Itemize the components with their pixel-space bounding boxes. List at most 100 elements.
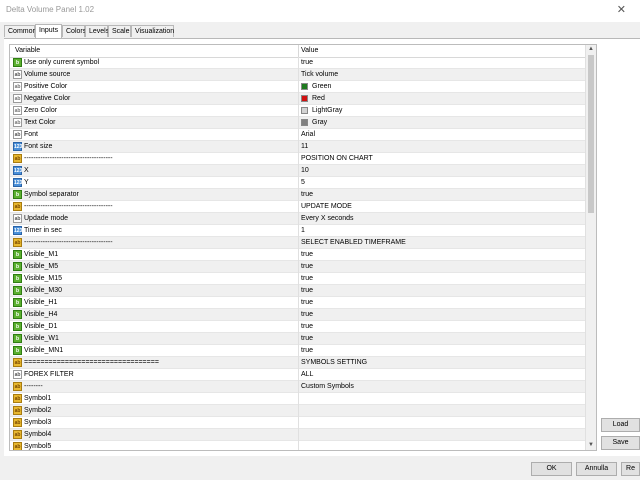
input-value[interactable]: true [301, 347, 313, 354]
input-row[interactable]: ab --------------------------------------… [10, 201, 585, 213]
input-row[interactable]: b Visible_H1 true [10, 297, 585, 309]
scroll-down-icon[interactable]: ▼ [586, 441, 596, 450]
input-row[interactable]: 123 Font size 11 [10, 141, 585, 153]
tab-levels[interactable]: Levels [85, 25, 109, 37]
input-row[interactable]: b Visible_M1 true [10, 249, 585, 261]
input-row[interactable]: b Symbol separator true [10, 189, 585, 201]
input-row[interactable]: ab Updade mode Every X seconds [10, 213, 585, 225]
input-value[interactable]: true [301, 251, 313, 258]
input-row[interactable]: ab Symbol5 [10, 441, 585, 450]
load-button[interactable]: Load [601, 418, 640, 432]
input-value[interactable]: 11 [301, 143, 308, 150]
boolean-icon: b [13, 310, 22, 319]
tab-common[interactable]: Common [4, 25, 36, 37]
input-row[interactable]: b Visible_H4 true [10, 309, 585, 321]
input-variable-name: Font size [24, 143, 53, 150]
input-row[interactable]: ab ================================= SYMBO… [10, 357, 585, 369]
input-row[interactable]: b Visible_M15 true [10, 273, 585, 285]
input-variable-name: Positive Color [24, 83, 68, 90]
input-row[interactable]: ab Font Arial [10, 129, 585, 141]
tab-visualization[interactable]: Visualization [131, 25, 174, 37]
column-header-variable[interactable]: Variable [15, 47, 40, 54]
input-row[interactable]: ab Volume source Tick volume [10, 69, 585, 81]
input-row[interactable]: b Visible_MN1 true [10, 345, 585, 357]
input-value[interactable]: SYMBOLS SETTING [301, 359, 367, 366]
input-row[interactable]: ab --------------------------------------… [10, 237, 585, 249]
save-button[interactable]: Save [601, 436, 640, 450]
input-value[interactable]: true [301, 263, 313, 270]
input-value[interactable]: UPDATE MODE [301, 203, 352, 210]
cell-divider [298, 393, 299, 405]
input-value[interactable]: POSITION ON CHART [301, 155, 373, 162]
input-variable-name: Symbol1 [24, 395, 52, 402]
input-value[interactable]: Green [312, 83, 331, 90]
cell-divider [298, 285, 299, 297]
separator-icon: ab [13, 418, 22, 427]
input-row[interactable]: ab Text Color Gray [10, 117, 585, 129]
input-variable-name: Timer in sec [24, 227, 62, 234]
input-row[interactable]: b Visible_W1 true [10, 333, 585, 345]
ok-button[interactable]: OK [531, 462, 572, 476]
input-row[interactable]: ab FOREX FILTER ALL [10, 369, 585, 381]
input-value[interactable]: Arial [301, 131, 315, 138]
tab-inputs[interactable]: Inputs [35, 24, 62, 38]
input-row[interactable]: ab Negative Color Red [10, 93, 585, 105]
cancel-button[interactable]: Annulla [576, 462, 617, 476]
input-value[interactable]: true [301, 323, 313, 330]
input-row[interactable]: ab Symbol4 [10, 429, 585, 441]
input-value[interactable]: true [301, 299, 313, 306]
input-row[interactable]: ab Symbol3 [10, 417, 585, 429]
input-value[interactable]: true [301, 311, 313, 318]
input-value[interactable]: 10 [301, 167, 309, 174]
separator-icon: ab [13, 430, 22, 439]
input-value[interactable]: SELECT ENABLED TIMEFRAME [301, 239, 406, 246]
input-row[interactable]: 123 X 10 [10, 165, 585, 177]
input-row[interactable]: b Use only current symbol true [10, 57, 585, 69]
input-row[interactable]: 123 Timer in sec 1 [10, 225, 585, 237]
input-row[interactable]: ab Symbol1 [10, 393, 585, 405]
column-divider[interactable] [298, 45, 299, 57]
cell-divider [298, 237, 299, 249]
input-value[interactable]: true [301, 191, 313, 198]
input-value[interactable]: true [301, 59, 313, 66]
input-row[interactable]: ab Positive Color Green [10, 81, 585, 93]
input-value[interactable]: 1 [301, 227, 305, 234]
input-value[interactable]: Tick volume [301, 71, 338, 78]
vertical-scrollbar[interactable]: ▲ ▼ [585, 45, 596, 450]
input-row[interactable]: ab -------- Custom Symbols [10, 381, 585, 393]
close-icon[interactable]: ✕ [617, 3, 626, 16]
tab-scale[interactable]: Scale [108, 25, 131, 37]
input-row[interactable]: ab --------------------------------------… [10, 153, 585, 165]
scroll-up-icon[interactable]: ▲ [586, 45, 596, 54]
input-value[interactable]: Red [312, 95, 325, 102]
input-row[interactable]: b Visible_M30 true [10, 285, 585, 297]
input-value[interactable]: true [301, 335, 313, 342]
reset-button[interactable]: Re [621, 462, 640, 476]
input-row[interactable]: b Visible_M5 true [10, 261, 585, 273]
column-header-value[interactable]: Value [301, 47, 318, 54]
input-row[interactable]: ab Zero Color LightGray [10, 105, 585, 117]
cell-divider [298, 105, 299, 117]
number-icon: 123 [13, 166, 23, 175]
input-variable-name: ================================= [24, 359, 159, 366]
boolean-icon: b [13, 346, 22, 355]
input-row[interactable]: 123 Y 5 [10, 177, 585, 189]
input-value[interactable]: 5 [301, 179, 305, 186]
color-swatch[interactable] [301, 107, 308, 114]
input-value[interactable]: Every X seconds [301, 215, 354, 222]
input-value[interactable]: true [301, 287, 313, 294]
input-row[interactable]: b Visible_D1 true [10, 321, 585, 333]
input-value[interactable]: Custom Symbols [301, 383, 354, 390]
boolean-icon: b [13, 298, 22, 307]
tab-colors[interactable]: Colors [62, 25, 86, 37]
string-icon: ab [13, 214, 22, 223]
scroll-thumb[interactable] [588, 55, 594, 213]
color-swatch[interactable] [301, 119, 308, 126]
color-swatch[interactable] [301, 95, 308, 102]
input-value[interactable]: LightGray [312, 107, 342, 114]
input-value[interactable]: ALL [301, 371, 313, 378]
color-swatch[interactable] [301, 83, 308, 90]
input-row[interactable]: ab Symbol2 [10, 405, 585, 417]
input-value[interactable]: true [301, 275, 313, 282]
input-value[interactable]: Gray [312, 119, 327, 126]
